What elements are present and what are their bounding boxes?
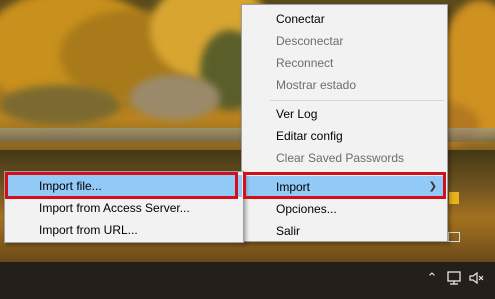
- import-menu-item[interactable]: Import ❯: [243, 176, 446, 198]
- edit-config-menu-item[interactable]: Editar config: [243, 125, 446, 147]
- view-log-menu-item[interactable]: Ver Log: [243, 103, 446, 125]
- reconnect-menu-item: Reconnect: [276, 56, 334, 70]
- import-label: Import: [276, 180, 311, 194]
- menu-separator: [270, 173, 444, 174]
- menu-separator: [270, 100, 444, 101]
- show-status-menu-item: Mostrar estado: [276, 78, 357, 92]
- monitor-tray-icon[interactable]: [448, 232, 460, 242]
- import-submenu: Import file... Import from Access Server…: [4, 171, 244, 243]
- volume-muted-icon[interactable]: [468, 270, 484, 286]
- tray-context-menu: Conectar Desconectar Reconnect Mostrar e…: [241, 4, 448, 242]
- network-icon[interactable]: [446, 270, 462, 286]
- chevron-right-icon: ❯: [428, 181, 437, 192]
- taskbar: [0, 262, 495, 299]
- disconnect-menu-item: Desconectar: [276, 34, 344, 48]
- chevron-up-icon[interactable]: ⌃: [424, 270, 440, 286]
- connect-menu-item[interactable]: Conectar: [243, 8, 446, 30]
- openvpn-tray-icon[interactable]: [449, 192, 459, 204]
- import-access-server-menu-item[interactable]: Import from Access Server...: [6, 197, 242, 219]
- clear-saved-passwords-menu-item: Clear Saved Passwords: [276, 151, 405, 165]
- import-url-menu-item[interactable]: Import from URL...: [6, 219, 242, 241]
- exit-menu-item[interactable]: Salir: [243, 220, 446, 242]
- import-file-menu-item[interactable]: Import file...: [6, 175, 242, 197]
- options-menu-item[interactable]: Opciones...: [243, 198, 446, 220]
